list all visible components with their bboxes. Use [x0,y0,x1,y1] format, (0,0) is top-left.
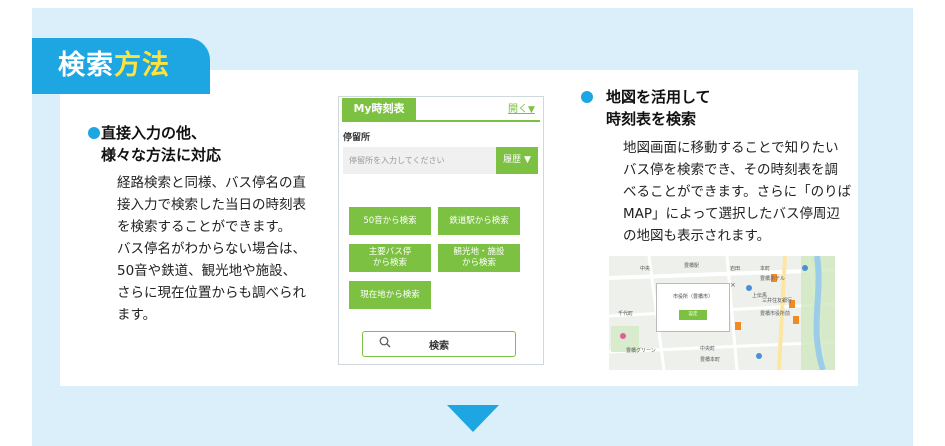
map-label: 豊橋市役所前 [760,311,791,317]
spot-search-button[interactable]: 観光地・施設 から検索 [438,244,520,272]
station-search-button[interactable]: 鉄道駅から検索 [438,207,520,235]
map-label: 中央町 [700,346,716,352]
left-body-line: 接入力で検索した当日の時刻表 [117,197,306,213]
heading-part2: 方法 [114,50,170,81]
left-body-line: ます。 [117,307,157,323]
left-section-body: 経路検索と同様、バス停名の直 接入力で検索した当日の時刻表 を検索することができ… [117,172,306,326]
right-body-line: べることができます。さらに「のりば [623,184,852,200]
map-label: 豊橋本町 [700,357,721,363]
left-section-title: 直接入力の他、 様々な方法に対応 [101,122,221,166]
map-label: 岩田 [730,266,741,272]
syllabary-search-button[interactable]: 50音から検索 [349,207,431,235]
search-icon [379,336,391,348]
left-body-line: バス停名がわからない場合は、 [117,241,306,257]
map-label: 本町 [760,266,771,272]
left-body-line: さらに現在位置からも調べられ [117,285,306,301]
heading-part1: 検索 [58,50,114,81]
map-label: 三井住友銀行 [762,298,793,304]
section-heading: 検索方法 [32,38,210,94]
map-popup: 市役所（豊橋市） 設定 [656,283,730,332]
bullet-dot-right [581,91,593,103]
tab-underline [342,120,540,122]
right-section-body: 地図画面に移動することで知りたい バス停を検索でき、その時刻表を調 べることがで… [623,137,851,247]
right-section-title: 地図を活用して 時刻表を検索 [606,86,711,130]
left-body-line: を検索することができます。 [117,219,292,235]
popup-set-button[interactable]: 設定 [679,310,707,320]
open-link[interactable]: 開く▼ [508,100,535,115]
popup-title: 市役所（豊橋市） [672,294,713,300]
right-body-line: の地図も表示されます。 [623,228,771,244]
search-button-label: 検索 [429,341,449,352]
chevron-down-icon: ▼ [528,105,535,115]
right-body-line: MAP」によって選択したバス停周辺 [623,206,840,222]
right-title-line: 地図を活用して [606,88,711,106]
stop-input[interactable] [343,147,496,174]
open-link-label: 開く [508,104,528,115]
major-stop-search-button[interactable]: 主要バス停 から検索 [349,244,431,272]
left-body-line: 50音や鉄道、観光地や施設、 [117,263,297,279]
search-button[interactable]: 検索 [362,331,516,357]
stop-field-label: 停留所 [343,133,371,143]
left-title-line: 様々な方法に対応 [101,146,222,164]
left-body-line: 経路検索と同様、バス停名の直 [117,175,306,191]
current-location-search-button[interactable]: 現在地から検索 [349,281,431,309]
map-label: 千代町 [618,311,634,317]
right-body-line: 地図画面に移動することで知りたい [623,140,839,156]
map-label: 豊橋グリーン [626,348,656,354]
right-body-line: バス停を検索でき、その時刻表を調 [623,162,839,178]
map-label: 豊橋駅 [684,263,700,269]
map-label: 中央 [640,266,651,272]
close-icon[interactable]: × [730,281,736,289]
bullet-dot-left [88,127,100,139]
map-label: 豊橋ホテル [760,276,786,282]
right-title-line: 時刻表を検索 [606,110,697,128]
down-arrow-icon [447,405,499,432]
tab-my-timetable[interactable]: My時刻表 [342,98,416,120]
left-title-line: 直接入力の他、 [101,124,207,142]
history-button[interactable]: 履歴 ▼ [496,147,538,174]
